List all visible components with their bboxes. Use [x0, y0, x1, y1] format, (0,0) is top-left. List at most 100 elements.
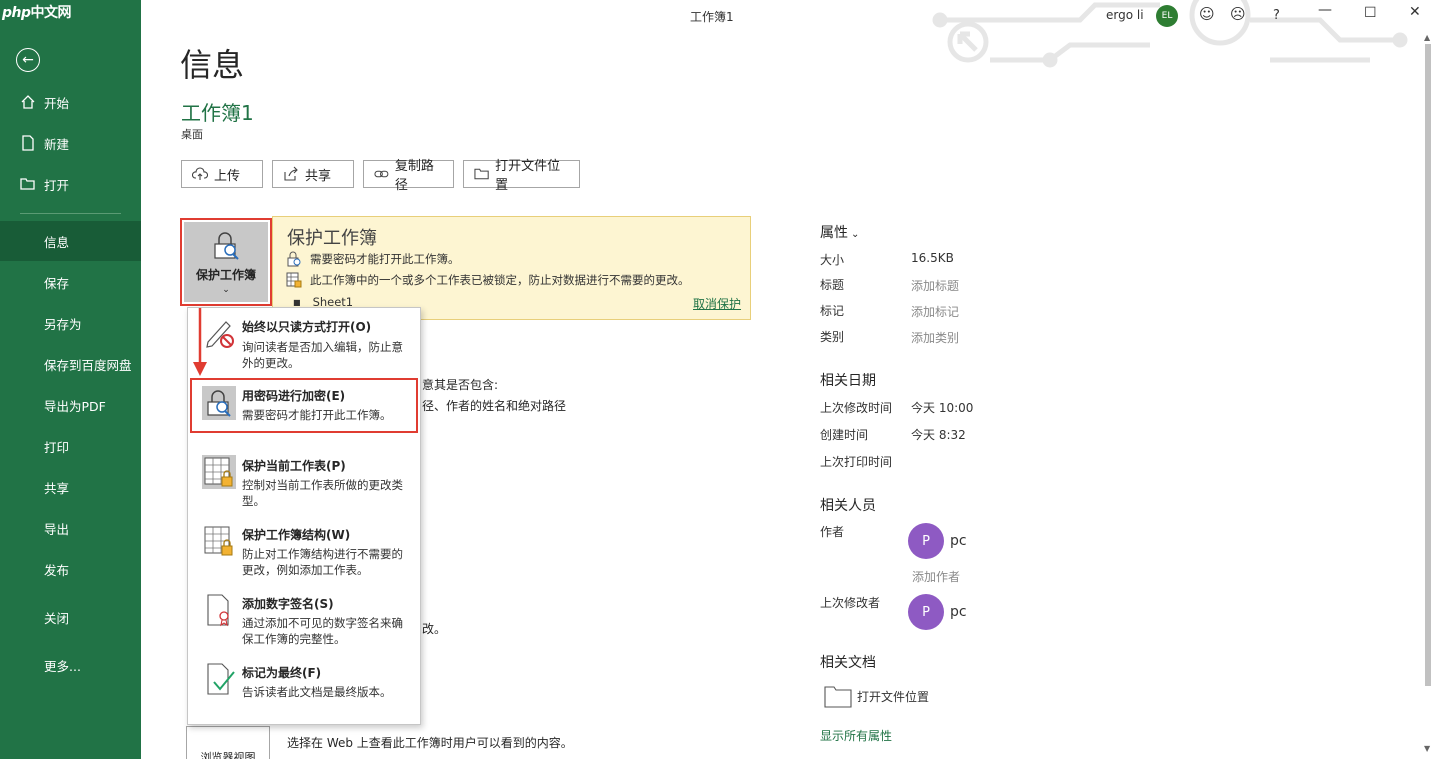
sidebar-item-print[interactable]: 打印	[0, 426, 141, 466]
folder-icon[interactable]	[824, 684, 852, 708]
lock-search-icon	[214, 231, 239, 260]
sidebar-item-label: 保存到百度网盘	[44, 357, 132, 373]
author-avatar[interactable]: P	[908, 523, 944, 559]
cloud-upload-icon	[192, 167, 208, 180]
help-icon[interactable]: ?	[1273, 8, 1280, 23]
last-modified-by-label: 上次修改者	[820, 596, 881, 610]
minimize-icon[interactable]: —	[1318, 2, 1332, 18]
menu-item-digital-signature[interactable]: 添加数字签名(S) 通过添加不可见的数字签名来确保工作簿的完整性。	[188, 591, 420, 653]
smile-feedback-icon[interactable]: ☺	[1199, 5, 1215, 23]
share-button[interactable]: 共享	[272, 160, 354, 188]
lock-search-small-icon	[287, 251, 301, 267]
user-avatar[interactable]: EL	[1156, 5, 1178, 27]
modifier-avatar[interactable]: P	[908, 594, 944, 630]
sidebar-item-export[interactable]: 导出	[0, 508, 141, 548]
inspect-text-2: 径、作者的姓名和绝对路径	[422, 399, 567, 413]
sidebar-item-info[interactable]: 信息	[0, 221, 141, 261]
add-author-field[interactable]: 添加作者	[912, 568, 960, 585]
scroll-up-icon[interactable]: ▲	[1424, 33, 1430, 42]
workbook-name: 工作簿1	[181, 101, 254, 125]
size-label: 大小	[820, 253, 845, 267]
sidebar-item-home[interactable]: 开始	[0, 82, 141, 122]
browser-view-button[interactable]: 浏览器视图	[186, 726, 270, 759]
watermark-logo: php中文网	[2, 5, 72, 21]
menu-item-protect-sheet[interactable]: 保护当前工作表(P) 控制对当前工作表所做的更改类型。	[188, 453, 420, 517]
last-printed-label: 上次打印时间	[820, 455, 893, 469]
versions-text: 改。	[422, 622, 447, 636]
sidebar-item-save-as[interactable]: 另存为	[0, 303, 141, 343]
open-folder-link[interactable]: 打开文件位置	[857, 688, 929, 705]
sidebar-item-more[interactable]: 更多...	[0, 645, 141, 685]
backstage-sidebar: php中文网 ← 开始 新建 打开 信息 保存 另存为 保存到百度网盘 导出为P…	[0, 0, 141, 759]
home-icon	[21, 95, 35, 109]
title-label: 标题	[820, 278, 845, 292]
sidebar-item-label: 共享	[44, 480, 70, 496]
workbook-location: 桌面	[181, 128, 203, 141]
maximize-icon[interactable]: ☐	[1364, 5, 1377, 21]
user-name[interactable]: ergo li	[1106, 8, 1144, 22]
new-document-icon	[22, 135, 34, 151]
sidebar-item-label: 导出为PDF	[44, 398, 106, 414]
sidebar-item-label: 导出	[44, 521, 70, 537]
copy-path-button[interactable]: 复制路径	[363, 159, 454, 193]
sidebar-item-label: 打开	[44, 177, 70, 193]
sidebar-item-save-baidu[interactable]: 保存到百度网盘	[0, 344, 141, 384]
size-value: 16.5KB	[911, 251, 954, 265]
frown-feedback-icon[interactable]: ☹	[1230, 5, 1246, 23]
unprotect-link[interactable]: 取消保护	[693, 295, 741, 312]
sidebar-item-publish[interactable]: 发布	[0, 549, 141, 589]
back-arrow-icon[interactable]: ←	[16, 48, 40, 72]
menu-item-encrypt-password[interactable]: 用密码进行加密(E) 需要密码才能打开此工作簿。	[188, 382, 420, 432]
folder-icon	[474, 168, 489, 180]
author-name[interactable]: pc	[950, 533, 967, 549]
sidebar-item-label: 另存为	[44, 316, 82, 332]
lock-search-icon	[202, 386, 236, 420]
menu-item-protect-structure[interactable]: 保护工作簿结构(W) 防止对工作簿结构进行不需要的更改，例如添加工作表。	[188, 522, 420, 584]
inspect-text-1: 意其是否包含:	[422, 378, 499, 392]
close-icon[interactable]: ✕	[1409, 4, 1421, 20]
sidebar-item-save[interactable]: 保存	[0, 262, 141, 302]
page-title: 信息	[180, 46, 245, 84]
tags-label: 标记	[820, 304, 845, 318]
sidebar-item-close[interactable]: 关闭	[0, 597, 141, 637]
share-icon	[284, 166, 298, 181]
protect-line-password: 需要密码才能打开此工作簿。	[286, 251, 460, 267]
protect-workbook-button[interactable]: 保护工作簿 ⌄	[184, 222, 268, 302]
workbook-lock-icon	[204, 526, 233, 556]
show-all-properties-link[interactable]: 显示所有属性	[820, 727, 892, 744]
created-label: 创建时间	[820, 428, 869, 442]
modifier-name[interactable]: pc	[950, 604, 967, 620]
category-field[interactable]: 添加类别	[911, 329, 959, 346]
scrollbar-thumb[interactable]	[1425, 44, 1431, 686]
sidebar-item-open[interactable]: 打开	[0, 164, 141, 204]
sidebar-item-share[interactable]: 共享	[0, 467, 141, 507]
document-check-icon	[207, 663, 235, 695]
protect-title: 保护工作簿	[287, 228, 377, 249]
created-value: 今天 8:32	[911, 428, 966, 442]
sidebar-item-label: 新建	[44, 136, 70, 152]
title-field[interactable]: 添加标题	[911, 277, 959, 294]
sheet-lock-icon	[286, 272, 302, 288]
window-title: 工作簿1	[690, 10, 734, 24]
upload-button[interactable]: 上传	[181, 160, 263, 188]
signature-ribbon-icon	[207, 594, 229, 627]
sidebar-item-label: 开始	[44, 95, 70, 111]
open-file-location-button[interactable]: 打开文件位置	[463, 159, 580, 193]
related-docs-heading: 相关文档	[820, 655, 876, 671]
sidebar-item-new[interactable]: 新建	[0, 123, 141, 163]
author-label: 作者	[820, 525, 845, 539]
related-people-heading: 相关人员	[820, 498, 876, 514]
red-arrow-annotation	[193, 308, 207, 376]
folder-open-icon	[20, 178, 35, 190]
properties-heading[interactable]: 属性 ⌄	[820, 222, 859, 242]
tags-field[interactable]: 添加标记	[911, 303, 959, 320]
menu-item-read-only[interactable]: 始终以只读方式打开(O) 询问读者是否加入编辑，防止意外的更改。	[188, 310, 420, 376]
link-icon	[374, 170, 389, 178]
chevron-down-icon: ⌄	[222, 284, 230, 295]
sidebar-item-label: 发布	[44, 562, 70, 578]
sidebar-item-label: 打印	[44, 439, 70, 455]
menu-item-mark-final[interactable]: 标记为最终(F) 告诉读者此文档是最终版本。	[188, 660, 420, 710]
scroll-down-icon[interactable]: ▼	[1424, 744, 1430, 753]
sidebar-item-label: 保存	[44, 275, 70, 291]
sidebar-item-export-pdf[interactable]: 导出为PDF	[0, 385, 141, 425]
